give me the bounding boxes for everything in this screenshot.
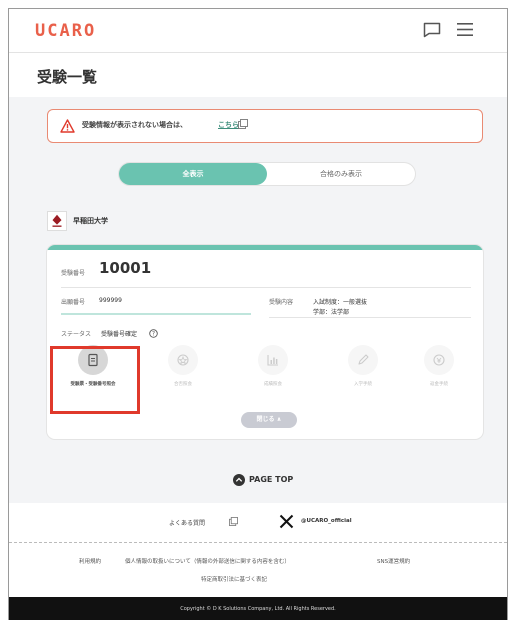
show-all-tab[interactable]: 全表示 <box>119 163 267 185</box>
score-inquiry-action[interactable]: 成績照会 <box>233 345 313 397</box>
enrollment-action[interactable]: 入学手続 <box>323 345 403 397</box>
page-top-label: PAGE TOP <box>249 475 294 484</box>
external-link-icon[interactable] <box>229 517 238 526</box>
arrow-up-icon <box>233 474 245 486</box>
university-emblem-icon <box>47 211 67 231</box>
action-label: 返金手続 <box>430 382 448 387</box>
faq-link[interactable]: よくある質問 <box>169 518 205 527</box>
svg-text:?: ? <box>152 331 155 338</box>
bar-chart-icon <box>267 355 278 366</box>
application-number: 999999 <box>99 297 122 304</box>
passed-only-tab[interactable]: 合格のみ表示 <box>267 163 415 185</box>
alert-banner: 受験情報が表示されない場合は、 こちら <box>47 109 483 143</box>
footer-legal: 利用規約 個人情報の取扱いについて（情報の外部送信に関する内容を含む） SNS運… <box>9 543 507 597</box>
page-title: 受験一覧 <box>37 68 98 86</box>
x-logo-icon[interactable] <box>279 514 294 529</box>
ucaro-logo[interactable]: UCARO <box>35 21 96 41</box>
action-circle <box>348 345 378 375</box>
action-label: 成績照会 <box>264 382 282 387</box>
copyright-bar: Copyright © D K Solutions Company, Ltd. … <box>9 597 507 620</box>
chat-bubble-icon[interactable] <box>423 22 441 38</box>
exam-content-label: 受験内容 <box>269 299 294 306</box>
hamburger-menu-icon[interactable] <box>457 23 473 36</box>
badge-icon <box>177 354 189 366</box>
privacy-link[interactable]: 個人情報の取扱いについて（情報の外部送信に関する内容を含む） <box>125 557 290 565</box>
title-bar: 受験一覧 <box>9 53 507 97</box>
divider <box>269 317 471 318</box>
alert-here-link[interactable]: こちら <box>218 120 239 130</box>
top-bar: UCARO <box>9 9 507 53</box>
pass-result-action[interactable]: 合否照会 <box>143 345 223 397</box>
help-icon[interactable]: ? <box>149 329 158 338</box>
application-number-label: 出願番号 <box>61 299 86 306</box>
university-name: 早稲田大学 <box>73 217 108 225</box>
card-accent-bar <box>47 245 483 250</box>
refund-action[interactable]: 返金手続 <box>399 345 479 397</box>
x-account-link[interactable]: @UCARO_official <box>301 518 352 524</box>
tokushoho-link[interactable]: 特定商取引法に基づく表記 <box>201 575 267 583</box>
close-button[interactable]: 閉じる ∧ <box>241 412 297 428</box>
exam-number: 10001 <box>99 259 152 277</box>
exam-system: 入試制度：一般選抜 <box>313 299 368 306</box>
filter-toggle: 全表示 合格のみ表示 <box>119 163 415 185</box>
action-label: 合否照会 <box>174 382 192 387</box>
exam-number-label: 受験番号 <box>61 270 86 277</box>
external-link-icon[interactable] <box>238 119 248 129</box>
refund-icon <box>433 354 445 366</box>
warning-icon <box>60 119 75 133</box>
sns-terms-link[interactable]: SNS運営規約 <box>377 557 410 565</box>
alert-text: 受験情報が表示されない場合は、 <box>82 121 187 129</box>
status-label: ステータス <box>61 331 92 338</box>
action-circle <box>424 345 454 375</box>
exam-faculty: 学部：法学部 <box>313 309 350 316</box>
action-label: 入学手続 <box>354 382 372 387</box>
status-value: 受験番号確定 <box>101 331 138 338</box>
footer-links: よくある質問 @UCARO_official <box>9 503 507 543</box>
action-circle <box>168 345 198 375</box>
divider <box>61 287 471 288</box>
highlight-box <box>50 346 140 414</box>
terms-link[interactable]: 利用規約 <box>79 557 101 565</box>
action-circle <box>258 345 288 375</box>
pencil-icon <box>358 354 369 365</box>
divider <box>61 313 251 315</box>
browser-frame: UCARO 受験一覧 受験情報が表示されない場合は、 こちら 全表示 合格のみ表… <box>8 8 508 620</box>
